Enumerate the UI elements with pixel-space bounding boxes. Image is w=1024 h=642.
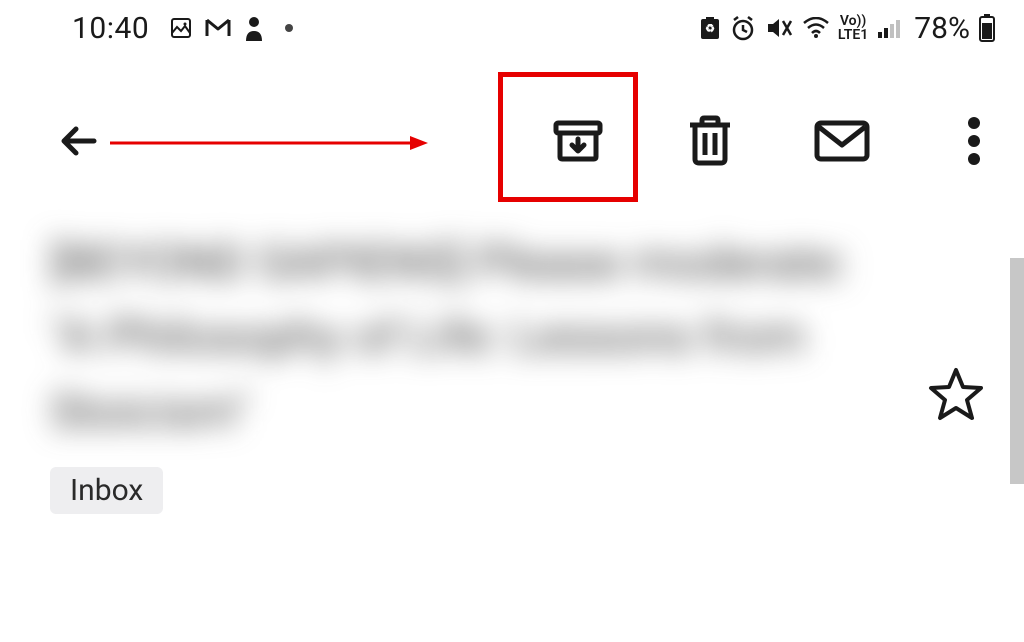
status-right: ♻ Vo)) LTE1 78% xyxy=(698,11,996,46)
archive-button[interactable] xyxy=(548,111,608,171)
back-arrow-icon xyxy=(54,117,102,165)
battery-percent: 78% xyxy=(914,11,970,46)
mute-vibrate-icon xyxy=(764,15,794,41)
battery-icon xyxy=(978,14,996,42)
email-toolbar xyxy=(0,56,1024,226)
signal-icon xyxy=(876,17,902,39)
envelope-icon xyxy=(813,119,871,163)
network-label: Vo)) LTE1 xyxy=(838,14,868,42)
notification-dot-icon xyxy=(285,24,293,32)
annotation-arrow xyxy=(110,128,430,158)
gallery-icon xyxy=(169,16,193,40)
email-subject: [BEYOND SAPIENS] Please moderate: "A Phi… xyxy=(50,226,850,449)
recycle-icon: ♻ xyxy=(698,15,722,41)
status-bar: 10:40 ♻ Vo)) LTE1 78% xyxy=(0,0,1024,56)
person-icon xyxy=(243,15,265,41)
inbox-label[interactable]: Inbox xyxy=(50,467,163,514)
gmail-m-icon xyxy=(205,18,231,38)
delete-button[interactable] xyxy=(680,111,740,171)
email-content: [BEYOND SAPIENS] Please moderate: "A Phi… xyxy=(0,226,1024,514)
star-outline-icon xyxy=(928,366,984,422)
archive-icon xyxy=(550,113,606,169)
more-vert-icon xyxy=(967,116,981,166)
toolbar-actions xyxy=(548,111,1004,171)
alarm-icon xyxy=(730,15,756,41)
mark-unread-button[interactable] xyxy=(812,111,872,171)
more-button[interactable] xyxy=(944,111,1004,171)
wifi-icon xyxy=(802,17,830,39)
clock: 10:40 xyxy=(72,11,149,46)
back-button[interactable] xyxy=(50,113,106,169)
status-left: 10:40 xyxy=(72,11,293,46)
svg-text:♻: ♻ xyxy=(705,22,715,35)
scrollbar[interactable] xyxy=(1010,258,1024,484)
star-button[interactable] xyxy=(928,366,984,426)
trash-icon xyxy=(684,113,736,169)
